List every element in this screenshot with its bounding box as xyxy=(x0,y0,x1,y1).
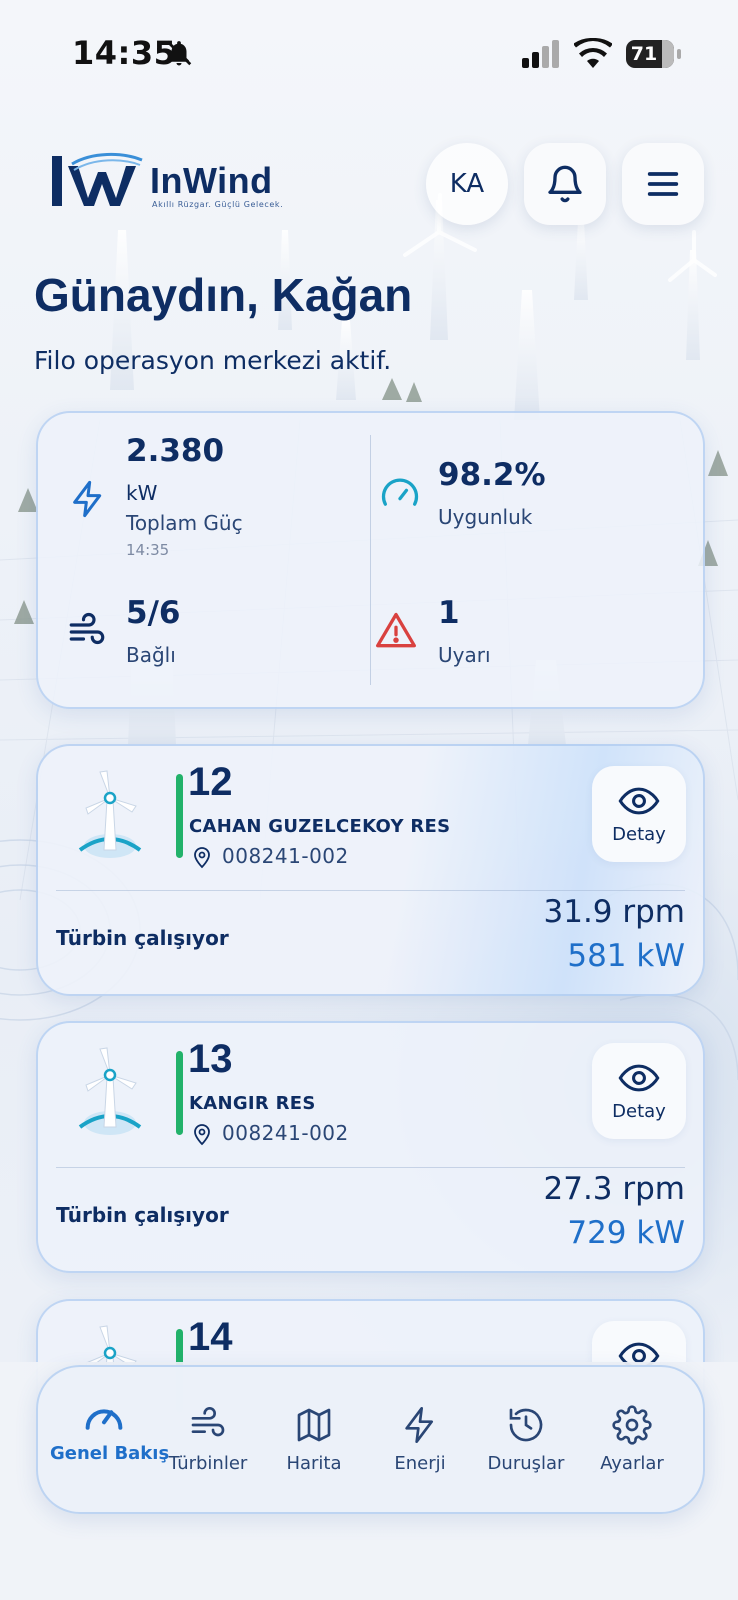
bottom-navigation: Genel Bakış Türbinler Harita Enerji Duru… xyxy=(36,1365,705,1514)
eye-icon xyxy=(618,1064,660,1092)
availability-label: Uygunluk xyxy=(438,505,533,529)
wind-icon xyxy=(69,612,105,645)
brand-tagline: Akıllı Rüzgar. Güçlü Gelecek. xyxy=(152,200,284,209)
turbine-number: 14 xyxy=(188,1315,233,1359)
avatar-button[interactable]: KA xyxy=(426,143,508,225)
warnings-label: Uyarı xyxy=(438,643,491,667)
turbine-code: 008241-002 xyxy=(222,844,349,868)
history-icon xyxy=(509,1408,543,1442)
fleet-summary-card: 2.380 kW Toplam Güç 14:35 98.2% Uygunluk… xyxy=(36,411,705,709)
bell-icon xyxy=(548,165,582,203)
hamburger-menu-icon xyxy=(647,172,679,196)
notifications-button[interactable] xyxy=(524,143,606,225)
eye-icon xyxy=(618,787,660,815)
wind-icon xyxy=(191,1407,225,1437)
total-power-unit: kW xyxy=(126,481,158,505)
wind-turbine-icon xyxy=(78,770,142,858)
gauge-icon xyxy=(85,1409,123,1430)
turbine-power: 581 kW xyxy=(567,938,685,974)
status-indicator xyxy=(176,1051,183,1135)
turbine-number: 12 xyxy=(188,760,233,804)
turbine-card[interactable]: 13 KANGIR RES 008241-002 Detay Türbin ça… xyxy=(36,1021,705,1273)
total-power-label: Toplam Güç xyxy=(126,511,243,535)
total-power-value: 2.380 xyxy=(126,433,225,469)
greeting-subtitle: Filo operasyon merkezi aktif. xyxy=(34,346,392,375)
turbine-power: 729 kW xyxy=(567,1215,685,1251)
warning-icon xyxy=(376,612,416,648)
gauge-icon xyxy=(381,478,419,506)
total-power-time: 14:35 xyxy=(126,541,170,559)
clock: 14:35 xyxy=(72,34,177,72)
turbine-card[interactable]: 12 CAHAN GUZELCEKOY RES 008241-002 Detay… xyxy=(36,744,705,996)
wifi-icon xyxy=(573,37,613,72)
bell-mute-icon xyxy=(164,38,194,72)
turbine-rpm: 27.3 rpm xyxy=(543,1171,686,1207)
battery-indicator: 71 xyxy=(626,40,681,68)
gear-icon xyxy=(612,1405,652,1445)
cellular-signal-icon xyxy=(522,40,562,72)
menu-button[interactable] xyxy=(622,143,704,225)
turbine-site-name: KANGIR RES xyxy=(189,1093,316,1114)
detail-button[interactable]: Detay xyxy=(592,1043,686,1139)
connected-label: Bağlı xyxy=(126,643,176,667)
map-icon xyxy=(297,1408,331,1442)
turbine-status: Türbin çalışıyor xyxy=(56,926,229,950)
connected-value: 5/6 xyxy=(126,595,181,631)
nav-item-stops[interactable]: Duruşlar xyxy=(472,1405,580,1474)
location-pin-icon xyxy=(194,1124,210,1146)
nav-item-overview[interactable]: Genel Bakış xyxy=(50,1395,169,1464)
turbine-status: Türbin çalışıyor xyxy=(56,1203,229,1227)
brand-name: InWind xyxy=(150,160,273,201)
status-bar: 14:35 71 xyxy=(0,0,738,100)
nav-item-map[interactable]: Harita xyxy=(260,1405,368,1474)
bolt-icon xyxy=(405,1407,433,1443)
availability-value: 98.2% xyxy=(438,457,546,493)
turbine-rpm: 31.9 rpm xyxy=(543,894,686,930)
turbine-site-name: CAHAN GUZELCEKOY RES xyxy=(189,816,451,837)
location-pin-icon xyxy=(194,847,210,869)
avatar-initials: KA xyxy=(449,169,485,199)
status-indicator xyxy=(176,774,183,858)
nav-item-turbines[interactable]: Türbinler xyxy=(154,1405,262,1474)
warnings-value: 1 xyxy=(438,595,460,631)
turbine-number: 13 xyxy=(188,1037,233,1081)
bolt-icon xyxy=(73,480,102,518)
nav-item-energy[interactable]: Enerji xyxy=(366,1405,474,1474)
wind-turbine-icon xyxy=(78,1047,142,1135)
greeting-title: Günaydın, Kağan xyxy=(34,269,413,321)
turbine-code: 008241-002 xyxy=(222,1121,349,1145)
brand-logo xyxy=(52,152,146,214)
detail-button[interactable]: Detay xyxy=(592,766,686,862)
nav-item-settings[interactable]: Ayarlar xyxy=(578,1405,686,1474)
